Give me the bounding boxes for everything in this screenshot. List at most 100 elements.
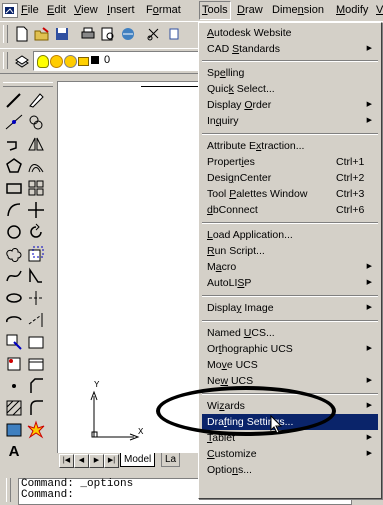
menu-item-inquiry[interactable]: Inquiry ▶ [202,113,378,129]
mirror-icon[interactable] [26,134,46,154]
menu-separator [202,222,378,224]
hatch-icon[interactable] [4,398,24,418]
menu-item-options[interactable]: Options... [202,462,378,478]
toolbar-grip[interactable] [3,52,8,69]
stretch-icon[interactable] [26,266,46,286]
ucs-x-label: X [138,427,144,437]
plot-icon[interactable] [80,26,96,42]
menu-tools[interactable]: Tools [199,1,231,20]
rotate-icon[interactable] [26,222,46,242]
fillet-icon[interactable] [26,398,46,418]
menu-modify[interactable]: Modify [336,3,368,18]
tab-layout[interactable]: La [161,453,181,467]
menu-item-move-ucs[interactable]: Move UCS [202,357,378,373]
layer-name: 0 [104,54,111,66]
array-icon[interactable] [26,178,46,198]
toolbar-grip[interactable] [3,82,53,87]
open-icon[interactable] [34,26,50,42]
menu-insert[interactable]: Insert [107,3,135,18]
menu-bar: File Edit View Insert Format Tools Draw … [0,0,383,20]
region-icon[interactable] [4,420,24,440]
menu-item-macro[interactable]: Macro ▶ [202,259,378,275]
erase-icon[interactable] [26,90,46,110]
plot-preview-icon[interactable] [100,26,116,42]
menu-view[interactable]: View [74,3,98,18]
crosshair-line [141,86,201,87]
menu-item-properties[interactable]: Properties Ctrl+1 [202,154,378,170]
layer-manager-icon[interactable] [14,53,30,69]
ellipse-icon[interactable] [4,288,24,308]
last-tab-icon[interactable]: ▶| [104,454,119,468]
mouse-cursor-icon [270,414,284,438]
layer-dropdown[interactable]: 0 [33,51,200,71]
chamfer-icon[interactable] [26,376,46,396]
next-tab-icon[interactable]: ▶ [89,454,104,468]
menu-format[interactable]: Format [146,3,181,18]
command-grip[interactable] [6,478,11,502]
make-block-icon[interactable] [4,354,24,374]
freeze-viewport-icon[interactable] [64,55,77,68]
insert-block-icon[interactable] [4,332,24,352]
offset-icon[interactable] [26,156,46,176]
multiline-text-icon[interactable]: A [4,442,24,462]
trim-icon[interactable] [26,288,46,308]
menu-item-display-image[interactable]: Display Image ▶ [202,300,378,316]
menu-item-dbconnect[interactable]: dbConnect Ctrl+6 [202,202,378,218]
join-icon[interactable] [26,354,46,374]
menu-item-named-ucs[interactable]: Named UCS... [202,325,378,341]
extend-icon[interactable] [26,310,46,330]
lock-icon[interactable] [78,57,89,66]
menu-item-autolisp[interactable]: AutoLISP ▶ [202,275,378,291]
menu-item-quick-select[interactable]: Quick Select... [202,81,378,97]
point-icon[interactable] [4,376,24,396]
copy-icon[interactable] [166,26,182,42]
menu-item-customize[interactable]: Customize ▶ [202,446,378,462]
construction-line-icon[interactable] [4,112,24,132]
circle-icon[interactable] [4,222,24,242]
app-icon[interactable] [2,3,18,18]
polygon-icon[interactable] [4,156,24,176]
explode-icon[interactable] [26,420,46,440]
polyline-icon[interactable] [4,134,24,154]
ucs-icon: Y X [88,380,148,442]
menu-dimension[interactable]: Dimension [272,3,324,18]
cut-icon[interactable] [146,26,162,42]
line-icon[interactable] [4,90,24,110]
menu-item-load-application[interactable]: Load Application... [202,227,378,243]
ellipse-arc-icon[interactable] [4,310,24,330]
draw-toolbar: A [0,74,56,475]
toolbar-grip[interactable] [3,25,8,43]
menu-edit[interactable]: Edit [47,3,66,18]
menu-item-orthographic-ucs[interactable]: Orthographic UCS ▶ [202,341,378,357]
spline-icon[interactable] [4,266,24,286]
menu-item-display-order[interactable]: Display Order ▶ [202,97,378,113]
menu-item-tool-palettes-window[interactable]: Tool Palettes Window Ctrl+3 [202,186,378,202]
save-icon[interactable] [54,26,70,42]
menu-separator [202,60,378,62]
menu-item-designcenter[interactable]: DesignCenter Ctrl+2 [202,170,378,186]
menu-item-autodesk-website[interactable]: Autodesk Website [202,25,378,41]
scale-icon[interactable] [26,244,46,264]
ucs-y-label: Y [94,380,100,390]
menu-file[interactable]: File [21,3,39,18]
move-icon[interactable] [26,200,46,220]
first-tab-icon[interactable]: |◀ [59,454,74,468]
sun-icon[interactable] [50,55,63,68]
menu-item-attribute-extraction[interactable]: Attribute Extraction... [202,138,378,154]
break-icon[interactable] [26,332,46,352]
menu-draw[interactable]: Draw [237,3,263,18]
menu-item-spelling[interactable]: Spelling [202,65,378,81]
new-icon[interactable] [14,26,30,42]
prev-tab-icon[interactable]: ◀ [74,454,89,468]
lightbulb-icon[interactable] [37,55,49,68]
publish-icon[interactable] [120,26,136,42]
arc-icon[interactable] [4,200,24,220]
menu-item-run-script[interactable]: Run Script... [202,243,378,259]
layout-tabs-bar: |◀ ◀ ▶ ▶| Model La [57,453,207,468]
copy-object-icon[interactable] [26,112,46,132]
menu-v[interactable]: V [376,3,383,18]
menu-item-cad-standards[interactable]: CAD Standards ▶ [202,41,378,57]
revision-cloud-icon[interactable] [4,244,24,264]
rectangle-icon[interactable] [4,178,24,198]
tab-model[interactable]: Model [120,453,156,467]
